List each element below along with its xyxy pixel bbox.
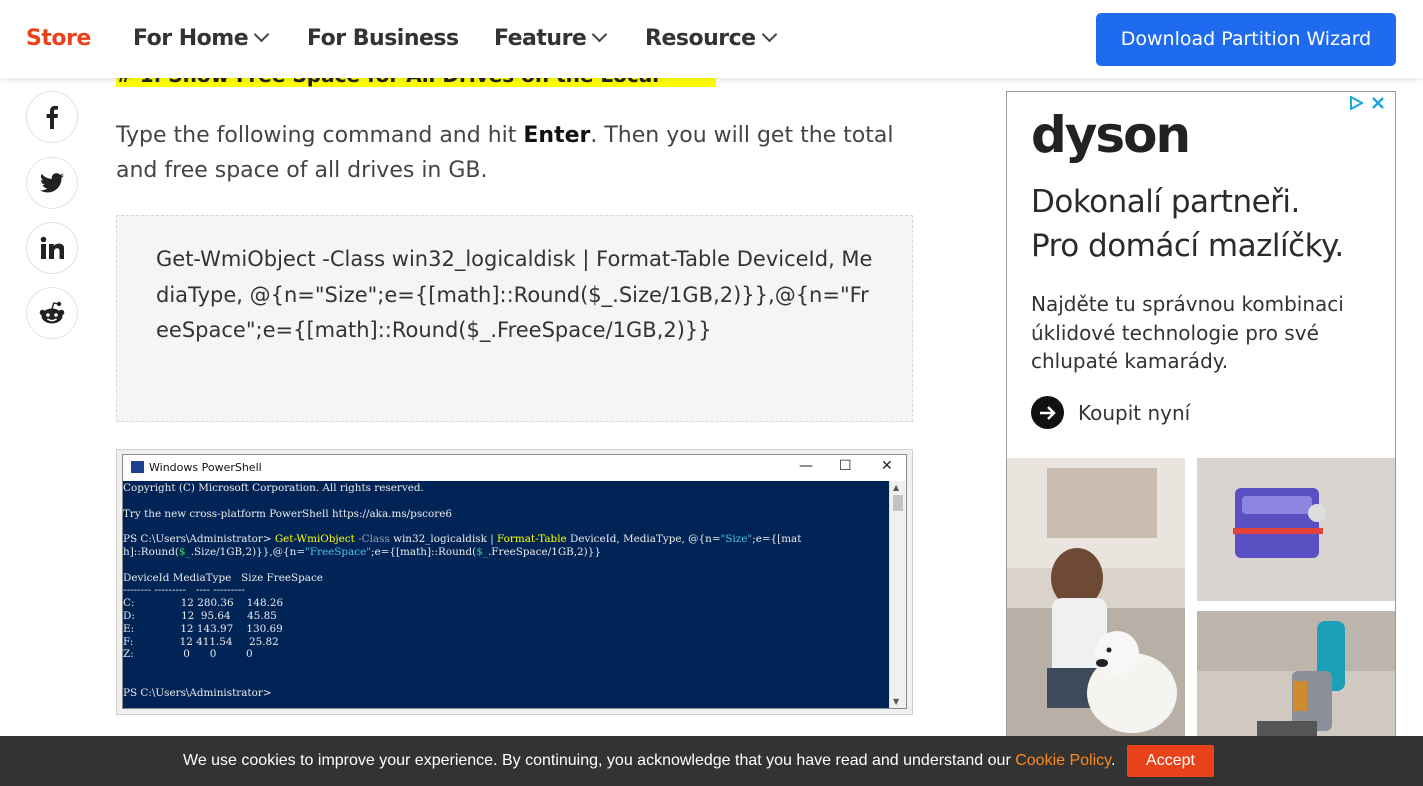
nav-store-link[interactable]: Store bbox=[26, 26, 91, 51]
console-table-rule: -------- --------- ---- --------- bbox=[123, 584, 245, 597]
cookie-policy-link[interactable]: Cookie Policy bbox=[1015, 752, 1111, 769]
reddit-icon bbox=[39, 301, 65, 324]
scroll-thumb bbox=[893, 495, 903, 511]
ad-brand-logo: dyson bbox=[1031, 106, 1191, 164]
nav-for-business[interactable]: For Business bbox=[307, 26, 459, 51]
console-table-row: D: 12 95.64 45.85 bbox=[123, 609, 277, 622]
nav-feature[interactable]: Feature bbox=[494, 26, 608, 51]
console-cmd: Get-WmiObject bbox=[274, 533, 355, 546]
twitter-icon bbox=[40, 173, 64, 193]
cookie-text-before: We use cookies to improve your experienc… bbox=[183, 752, 1016, 769]
arrow-right-icon bbox=[1031, 396, 1064, 429]
ad-choices[interactable] bbox=[1349, 96, 1385, 110]
linkedin-icon bbox=[40, 236, 64, 259]
powershell-icon bbox=[131, 461, 144, 473]
ad-photo-robot-vacuum bbox=[1197, 458, 1395, 601]
advertisement[interactable]: dyson Dokonalí partneři. Pro domácí mazl… bbox=[1006, 91, 1396, 751]
console-blank bbox=[123, 661, 890, 674]
console-string: "Size" bbox=[720, 533, 753, 546]
chevron-down-icon bbox=[592, 26, 608, 43]
nav-for-home[interactable]: For Home bbox=[133, 26, 270, 51]
para-enter-key: Enter bbox=[523, 123, 591, 148]
powershell-title: Windows PowerShell bbox=[149, 461, 262, 474]
console-string: "FreeSpace" bbox=[305, 545, 372, 558]
console-command-line-1: PS C:\Users\Administrator> Get-WmiObject… bbox=[123, 533, 890, 546]
facebook-icon bbox=[46, 105, 58, 129]
console-text: win32_logicaldisk | bbox=[389, 533, 498, 546]
scroll-down-icon: ▼ bbox=[893, 697, 900, 706]
accept-cookies-button[interactable]: Accept bbox=[1127, 745, 1214, 777]
console-blank bbox=[123, 495, 890, 508]
instruction-paragraph: Type the following command and hit Enter… bbox=[116, 118, 916, 188]
minimize-icon: — bbox=[799, 458, 813, 474]
close-icon[interactable] bbox=[1371, 96, 1385, 110]
console-table-header: DeviceId MediaType Size FreeSpace bbox=[123, 571, 323, 584]
console-param: -Class bbox=[358, 533, 390, 546]
nav-for-home-label: For Home bbox=[133, 26, 249, 51]
ad-headline-2: Pro domácí mazlíčky. bbox=[1031, 228, 1344, 264]
ad-headline: Dokonalí partneři. Pro domácí mazlíčky. bbox=[1031, 180, 1391, 268]
close-icon: ✕ bbox=[881, 458, 893, 474]
console-text: ;e={[math]::Round( bbox=[371, 545, 477, 558]
chevron-down-icon bbox=[253, 26, 270, 43]
facebook-share-button[interactable] bbox=[26, 91, 78, 143]
powershell-screenshot: Windows PowerShell — ☐ ✕ Copyright (C) M… bbox=[116, 449, 913, 715]
nav-feature-label: Feature bbox=[494, 26, 587, 51]
console-command-line-2: h]::Round($_.Size/1GB,2)}},@{n="FreeSpac… bbox=[123, 546, 890, 559]
console-text: .FreeSpace/1GB,2)}} bbox=[488, 545, 601, 558]
powershell-titlebar: Windows PowerShell — ☐ ✕ bbox=[123, 455, 906, 481]
console-final-prompt: PS C:\Users\Administrator> bbox=[123, 686, 272, 699]
nav-resource[interactable]: Resource bbox=[645, 26, 777, 51]
console-text: ;e={[mat bbox=[752, 533, 802, 546]
cookie-text: We use cookies to improve your experienc… bbox=[183, 752, 1115, 770]
powershell-console: Copyright (C) Microsoft Corporation. All… bbox=[123, 481, 890, 708]
console-blank bbox=[123, 559, 890, 572]
ad-cta-label: Koupit nyní bbox=[1078, 400, 1191, 425]
cookie-banner: We use cookies to improve your experienc… bbox=[0, 736, 1423, 786]
console-text: .Size/1GB,2)}},@{n= bbox=[190, 545, 306, 558]
console-table-row: C: 12 280.36 148.26 bbox=[123, 597, 284, 610]
ad-photo-stick-vacuum bbox=[1197, 611, 1395, 750]
powershell-window: Windows PowerShell — ☐ ✕ Copyright (C) M… bbox=[122, 454, 907, 709]
twitter-share-button[interactable] bbox=[26, 157, 78, 209]
adchoices-icon[interactable] bbox=[1349, 96, 1363, 110]
code-block: Get-WmiObject -Class win32_logicaldisk |… bbox=[116, 215, 913, 422]
console-prompt: PS C:\Users\Administrator> bbox=[123, 533, 272, 546]
nav-resource-label: Resource bbox=[645, 26, 756, 51]
console-scrollbar: ▲ ▼ bbox=[889, 481, 906, 708]
reddit-share-button[interactable] bbox=[26, 287, 78, 339]
ad-cta-button[interactable]: Koupit nyní bbox=[1031, 396, 1190, 429]
console-text: h]::Round( bbox=[123, 545, 179, 558]
scroll-up-icon: ▲ bbox=[893, 483, 900, 492]
console-blank bbox=[123, 674, 890, 687]
console-table-row: Z: 0 0 0 bbox=[123, 648, 253, 661]
console-var: $_ bbox=[178, 545, 191, 558]
console-text: DeviceId, MediaType, @{n= bbox=[566, 533, 721, 546]
console-table-row: F: 12 411.54 25.82 bbox=[123, 635, 279, 648]
maximize-icon: ☐ bbox=[839, 458, 852, 474]
download-partition-wizard-button[interactable]: Download Partition Wizard bbox=[1096, 13, 1396, 66]
ad-subtext: Najděte tu správnou kombinaci úklidové t… bbox=[1031, 292, 1344, 373]
top-navigation: Store For Home For Business Feature Reso… bbox=[0, 0, 1423, 78]
cookie-text-after: . bbox=[1110, 752, 1116, 769]
console-table-row: E: 12 143.97 130.69 bbox=[123, 622, 283, 635]
console-var: $_ bbox=[476, 545, 488, 558]
chevron-down-icon bbox=[761, 26, 777, 43]
console-line: Try the new cross-platform PowerShell ht… bbox=[123, 507, 452, 520]
ad-headline-1: Dokonalí partneři. bbox=[1031, 184, 1300, 220]
para-text-before: Type the following command and hit bbox=[116, 123, 524, 148]
console-cmd: Format-Table bbox=[497, 533, 567, 546]
nav-for-business-label: For Business bbox=[307, 26, 459, 51]
ad-photo-kid-dog bbox=[1007, 458, 1185, 750]
console-blank bbox=[123, 520, 890, 533]
linkedin-share-button[interactable] bbox=[26, 222, 78, 274]
console-line: Copyright (C) Microsoft Corporation. All… bbox=[123, 482, 424, 494]
